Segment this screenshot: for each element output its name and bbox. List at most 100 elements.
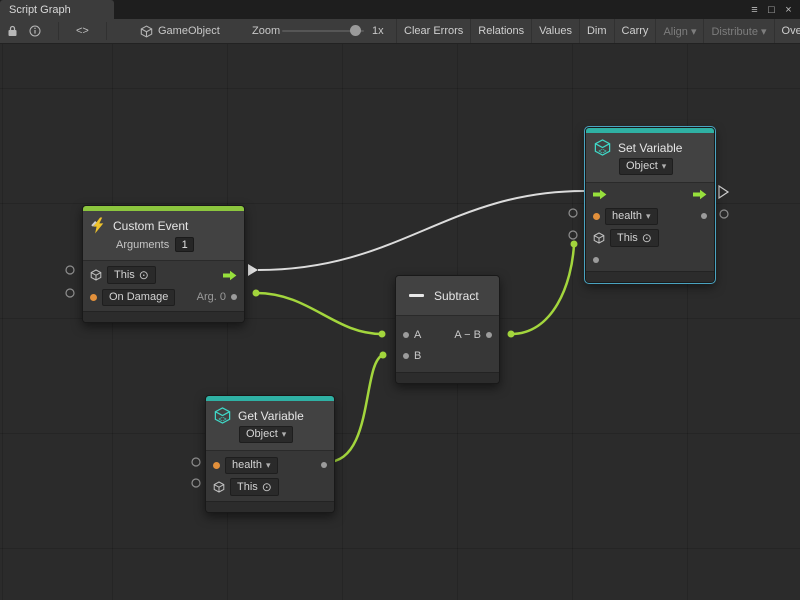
node-get-variable[interactable]: <> Get Variable Object ▾ health ▾: [205, 395, 335, 513]
subtract-icon: [409, 294, 424, 297]
node-footer: [83, 311, 244, 322]
node-set-variable[interactable]: <> Set Variable Object ▾: [585, 127, 715, 283]
variable-name-port[interactable]: [593, 213, 600, 220]
port-ring[interactable]: [192, 479, 200, 487]
node-title: Get Variable: [238, 409, 304, 423]
scope-value: Object: [626, 161, 658, 172]
toolbar-separator: [106, 22, 107, 40]
wire-getvariable-to-subtract-b: [327, 355, 383, 462]
caret-down-icon: ▾: [646, 212, 651, 221]
graph-toolbar: <> GameObject Zoom 1x Clear Errors Relat…: [0, 19, 800, 44]
port-ring[interactable]: [192, 458, 200, 466]
value-out-port[interactable]: [321, 462, 327, 468]
menu-icon[interactable]: ≡: [746, 4, 763, 16]
variable-name-port[interactable]: [213, 462, 220, 469]
values-button[interactable]: Values: [531, 19, 579, 43]
zoom-slider[interactable]: [282, 19, 364, 43]
flow-in-port[interactable]: [593, 189, 607, 200]
variable-name-dropdown[interactable]: health ▾: [225, 457, 278, 474]
gameobject-field[interactable]: GameObject: [140, 19, 220, 43]
port-ring[interactable]: [66, 266, 74, 274]
close-icon[interactable]: ×: [780, 4, 797, 16]
arguments-label: Arguments: [116, 239, 169, 251]
svg-text:<>: <>: [598, 147, 606, 155]
flow-out-port[interactable]: [693, 189, 707, 200]
zoom-label: Zoom: [252, 19, 280, 43]
zoom-value: 1x: [372, 19, 384, 43]
variable-name-dropdown[interactable]: health ▾: [605, 208, 658, 225]
node-title: Subtract: [434, 289, 479, 303]
unity-visual-scripting-window: Script Graph ≡ □ × <> GameObject Zoom 1x…: [0, 0, 800, 600]
value-in-port[interactable]: [593, 257, 599, 263]
flow-wire-arrowhead: [248, 264, 258, 276]
wire-arg0-to-subtract-a: [256, 293, 382, 334]
dim-button[interactable]: Dim: [579, 19, 614, 43]
arguments-count-field[interactable]: 1: [175, 237, 194, 252]
gameobject-label: GameObject: [158, 25, 220, 37]
node-custom-event[interactable]: Custom Event Arguments 1 This ⊙: [82, 205, 245, 323]
flow-out-port[interactable]: [223, 270, 237, 281]
carry-button[interactable]: Carry: [614, 19, 656, 43]
tab-title: Script Graph: [9, 4, 71, 16]
clear-errors-button[interactable]: Clear Errors: [396, 19, 470, 43]
port-ring[interactable]: [720, 210, 728, 218]
input-a-label: A: [414, 329, 421, 341]
target-object-field[interactable]: This ⊙: [230, 478, 279, 496]
cube-icon: [593, 232, 605, 244]
node-footer: [206, 501, 334, 512]
arg0-out-port[interactable]: [231, 294, 237, 300]
lock-icon[interactable]: [7, 19, 18, 43]
variable-name-value: health: [232, 460, 262, 471]
zoom-slider-knob[interactable]: [350, 25, 361, 36]
object-picker-icon: ⊙: [262, 481, 272, 493]
svg-text:<>: <>: [218, 415, 226, 423]
input-a-port[interactable]: [403, 332, 409, 338]
variable-scope-dropdown[interactable]: Object ▾: [239, 426, 293, 443]
maximize-icon[interactable]: □: [763, 4, 780, 16]
gameobject-icon: [140, 25, 153, 38]
event-name-port[interactable]: [90, 294, 97, 301]
custom-event-icon: [90, 217, 107, 234]
result-port[interactable]: [486, 332, 492, 338]
event-name-value: On Damage: [109, 292, 168, 303]
input-b-label: B: [414, 350, 421, 362]
variable-scope-dropdown[interactable]: Object ▾: [619, 158, 673, 175]
node-title: Custom Event: [113, 219, 188, 233]
relations-button[interactable]: Relations: [470, 19, 531, 43]
graph-canvas[interactable]: Custom Event Arguments 1 This ⊙: [0, 44, 800, 600]
node-title: Set Variable: [618, 141, 682, 155]
cube-icon: [213, 481, 225, 493]
port-ring[interactable]: [569, 231, 577, 239]
toolbar-separator: [58, 22, 59, 40]
event-name-field[interactable]: On Damage: [102, 289, 175, 306]
caret-down-icon: ▾: [282, 430, 287, 439]
port-ring[interactable]: [66, 289, 74, 297]
code-icon[interactable]: <>: [76, 19, 89, 43]
info-icon[interactable]: [29, 19, 41, 43]
input-b-port[interactable]: [403, 353, 409, 359]
set-variable-header[interactable]: <> Set Variable Object ▾: [586, 133, 714, 183]
arg0-label: Arg. 0: [197, 291, 226, 303]
tab-script-graph[interactable]: Script Graph: [0, 0, 114, 19]
custom-event-header[interactable]: Custom Event Arguments 1: [83, 211, 244, 261]
variable-name-value: health: [612, 211, 642, 222]
node-footer: [586, 271, 714, 282]
caret-down-icon: ▾: [266, 461, 271, 470]
window-controls: ≡ □ ×: [746, 0, 797, 19]
object-picker-icon: ⊙: [139, 269, 149, 281]
overview-button[interactable]: Overview: [774, 19, 800, 43]
unconnected-flow-out-marker[interactable]: [719, 186, 728, 198]
subtract-header[interactable]: Subtract: [396, 276, 499, 316]
toolbar-buttons: Clear Errors Relations Values Dim Carry …: [396, 19, 800, 43]
node-subtract[interactable]: Subtract A A − B B: [395, 275, 500, 384]
cube-icon: [90, 269, 102, 281]
distribute-button: Distribute ▾: [703, 19, 773, 43]
wire-subtract-to-setvariable: [511, 244, 574, 334]
value-out-port[interactable]: [701, 213, 707, 219]
caret-down-icon: ▾: [662, 162, 667, 171]
target-object-field[interactable]: This ⊙: [610, 229, 659, 247]
target-object-field[interactable]: This ⊙: [107, 266, 156, 284]
align-button: Align ▾: [655, 19, 703, 43]
get-variable-header[interactable]: <> Get Variable Object ▾: [206, 401, 334, 451]
port-ring[interactable]: [569, 209, 577, 217]
